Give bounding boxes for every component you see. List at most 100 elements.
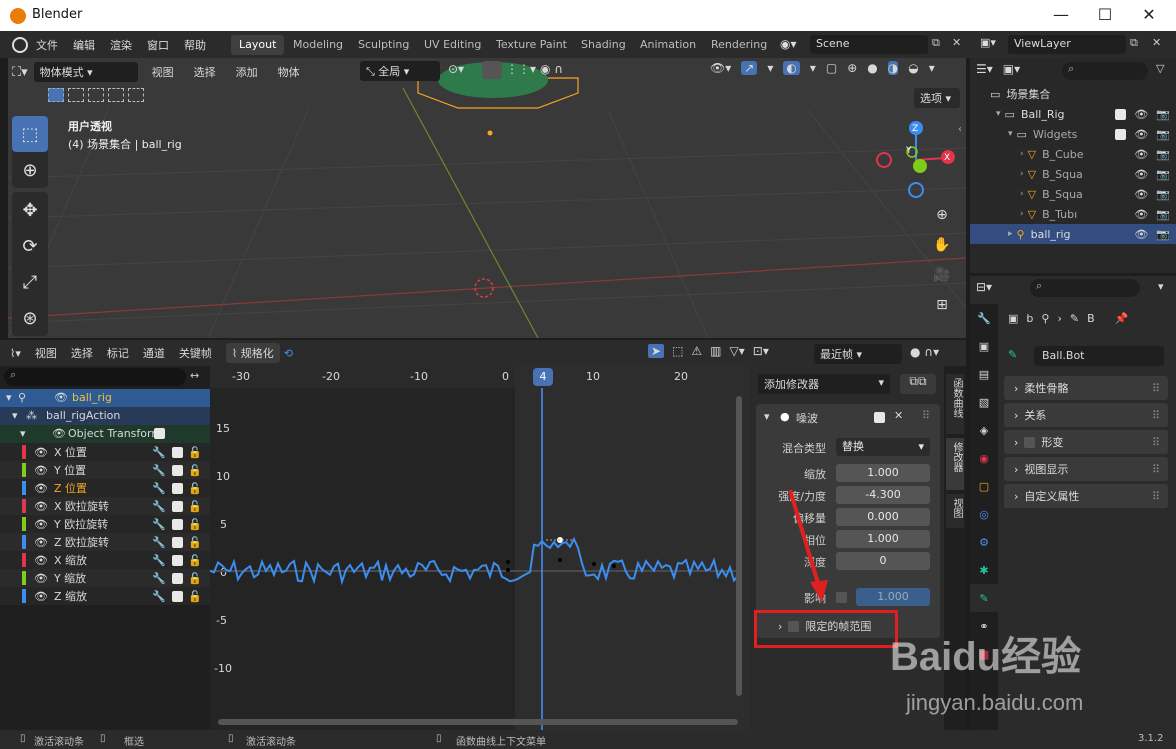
select-box-tool-icon[interactable]: ⬚ xyxy=(12,116,48,152)
normalize-toggle[interactable]: ⌇ 规格化 xyxy=(225,343,280,363)
viewport-menu-view[interactable]: 视图 xyxy=(152,64,174,80)
channel-checkbox[interactable] xyxy=(172,464,183,476)
render-camera-icon[interactable]: 📷 xyxy=(1156,228,1170,241)
render-camera-icon[interactable]: 📷 xyxy=(1156,168,1170,181)
blend-type-dropdown[interactable]: 替换 ▾ xyxy=(836,438,930,456)
modifier-remove-icon[interactable]: ✕ xyxy=(894,409,903,422)
exclude-checkbox[interactable] xyxy=(1115,108,1127,120)
channel-lock-icon[interactable]: 🔓 xyxy=(188,554,202,567)
scale-tool-icon[interactable]: ⤢ xyxy=(12,264,48,300)
current-frame-indicator[interactable]: 4 xyxy=(533,368,553,386)
channel-checkbox[interactable] xyxy=(172,482,183,494)
add-modifier-dropdown[interactable]: 添加修改器 ▾ xyxy=(758,374,890,394)
modifier-wrench-icon[interactable]: 🔧 xyxy=(152,536,166,549)
select-invert-icon[interactable] xyxy=(108,88,124,102)
object-tab-icon[interactable]: ▢ xyxy=(970,472,998,500)
channel-row[interactable]: 👁 X 欧拉旋转 🔧 🔓 xyxy=(0,497,210,515)
modifier-enable-checkbox[interactable] xyxy=(874,412,885,423)
channel-lock-icon[interactable]: 🔓 xyxy=(188,500,202,513)
channel-lock-icon[interactable]: 🔓 xyxy=(188,446,202,459)
rotate-tool-icon[interactable]: ⟳ xyxy=(12,228,48,264)
select-new-icon[interactable] xyxy=(48,88,64,102)
channel-visibility-icon[interactable]: 👁 xyxy=(54,391,68,404)
vertical-scrollbar[interactable] xyxy=(736,396,742,696)
tool-tab-icon[interactable]: 🔧 xyxy=(970,304,998,332)
channel-checkbox[interactable] xyxy=(172,518,183,530)
modifier-wrench-icon[interactable]: 🔧 xyxy=(152,446,166,459)
channel-visibility-icon[interactable]: 👁 xyxy=(34,518,48,531)
channel-visibility-icon[interactable]: 👁 xyxy=(34,554,48,567)
channel-checkbox[interactable] xyxy=(172,446,183,458)
overlay-icon[interactable]: ◐ xyxy=(783,61,800,75)
modifier-collapse-icon[interactable]: ▾ xyxy=(764,410,770,423)
camera-icon[interactable]: 🎥 xyxy=(930,263,954,287)
panel-expand-icon[interactable]: › xyxy=(1014,382,1018,395)
material-shading-icon[interactable]: ◑ xyxy=(887,61,899,75)
transform-tool-icon[interactable]: ⊛ xyxy=(12,300,48,336)
outliner-item[interactable]: ▾ ▭ Widgets 👁 📷 xyxy=(970,124,1176,144)
influence-checkbox[interactable] xyxy=(836,592,847,603)
channel-row[interactable]: 👁 Y 位置 🔧 🔓 xyxy=(0,461,210,479)
expand-icon[interactable]: ▾ xyxy=(6,391,12,404)
view-layer-icon[interactable]: ▣▾ xyxy=(980,36,996,49)
render-tab-icon[interactable]: ▣ xyxy=(970,332,998,360)
snap-target-icon[interactable]: ⋮⋮▾ xyxy=(506,62,536,76)
expand-icon[interactable]: ▾ xyxy=(996,109,1001,119)
blender-menu-icon[interactable] xyxy=(12,37,28,53)
graph-editor-type-icon[interactable]: ⌇▾ xyxy=(10,347,21,360)
copy-view-layer-icon[interactable]: ⧉ xyxy=(1130,36,1138,50)
copy-paste-modifier-icon[interactable]: ⧉⧉ xyxy=(900,374,936,394)
delete-scene-icon[interactable]: ✕ xyxy=(952,36,961,49)
wireframe-shading-icon[interactable]: ⊕ xyxy=(847,61,857,75)
channel-checkbox[interactable] xyxy=(172,554,183,566)
tab-sculpting[interactable]: Sculpting xyxy=(350,35,417,55)
channel-lock-icon[interactable]: 🔓 xyxy=(188,464,202,477)
modifier-wrench-icon[interactable]: 🔧 xyxy=(152,482,166,495)
panel-drag-handle[interactable]: ⠿ xyxy=(1152,436,1160,449)
channel-visibility-icon[interactable]: 👁 xyxy=(34,500,48,513)
modifier-field-value[interactable]: 1.000 xyxy=(836,530,930,548)
gizmo-dropdown-icon[interactable]: ▾ xyxy=(767,61,773,75)
channel-lock-icon[interactable]: 🔓 xyxy=(188,590,202,603)
select-extend-icon[interactable] xyxy=(68,88,84,102)
channel-row[interactable]: 👁 Y 欧拉旋转 🔧 🔓 xyxy=(0,515,210,533)
outliner-editor-icon[interactable]: ☰▾ xyxy=(976,62,993,76)
properties-editor-icon[interactable]: ⊟▾ xyxy=(976,280,992,294)
panel-drag-handle[interactable]: ⠿ xyxy=(1152,382,1160,395)
outliner-filter-icon[interactable]: ▽ xyxy=(1156,62,1164,75)
modifier-wrench-icon[interactable]: 🔧 xyxy=(152,500,166,513)
menu-edit[interactable]: 编辑 xyxy=(73,37,95,53)
modifier-wrench-icon[interactable]: 🔧 xyxy=(152,518,166,531)
properties-panel-header[interactable]: › 关系 ⠿ xyxy=(1004,403,1168,427)
hide-eye-icon[interactable]: 👁 xyxy=(1134,168,1148,181)
render-camera-icon[interactable]: 📷 xyxy=(1156,128,1170,141)
menu-file[interactable]: 文件 xyxy=(36,37,58,53)
pivot-point-icon[interactable]: ⊡▾ xyxy=(753,344,769,358)
channel-lock-icon[interactable]: 🔓 xyxy=(188,536,202,549)
show-hidden-icon[interactable]: ⬚ xyxy=(672,344,683,358)
channel-visibility-icon[interactable]: 👁 xyxy=(34,446,48,459)
only-errors-icon[interactable]: ⚠ xyxy=(691,344,702,358)
tab-texture-paint[interactable]: Texture Paint xyxy=(488,35,575,55)
scene-icon[interactable]: ◉▾ xyxy=(780,37,797,51)
tab-view[interactable]: 视图 xyxy=(946,494,964,528)
outliner-item[interactable]: ▸ ⚲ ball_rig 👁 📷 xyxy=(970,224,1176,244)
tab-modifiers[interactable]: 修改器 xyxy=(946,438,964,490)
properties-options-icon[interactable]: ▾ xyxy=(1158,280,1164,293)
channel-lock-icon[interactable]: 🔓 xyxy=(188,572,202,585)
proportional-edit-icon[interactable]: ◉ ∩ xyxy=(540,62,563,76)
channel-visibility-icon[interactable]: 👁 xyxy=(34,572,48,585)
viewport-menu-object[interactable]: 物体 xyxy=(278,64,300,80)
expand-icon[interactable]: › xyxy=(1020,169,1024,179)
panel-drag-handle[interactable]: ⠿ xyxy=(1152,463,1160,476)
proportional-icon[interactable]: ● ∩▾ xyxy=(910,345,939,359)
graph-menu-marker[interactable]: 标记 xyxy=(107,345,129,361)
channel-checkbox[interactable] xyxy=(172,536,183,548)
hide-eye-icon[interactable]: 👁 xyxy=(1134,188,1148,201)
render-camera-icon[interactable]: 📷 xyxy=(1156,108,1170,121)
render-camera-icon[interactable]: 📷 xyxy=(1156,148,1170,161)
properties-panel-header[interactable]: › 形变 ⠿ xyxy=(1004,430,1168,454)
hide-eye-icon[interactable]: 👁 xyxy=(1134,148,1148,161)
cursor-tool-icon[interactable]: ⊕ xyxy=(12,152,48,188)
channel-visibility-icon[interactable]: 👁 xyxy=(34,482,48,495)
